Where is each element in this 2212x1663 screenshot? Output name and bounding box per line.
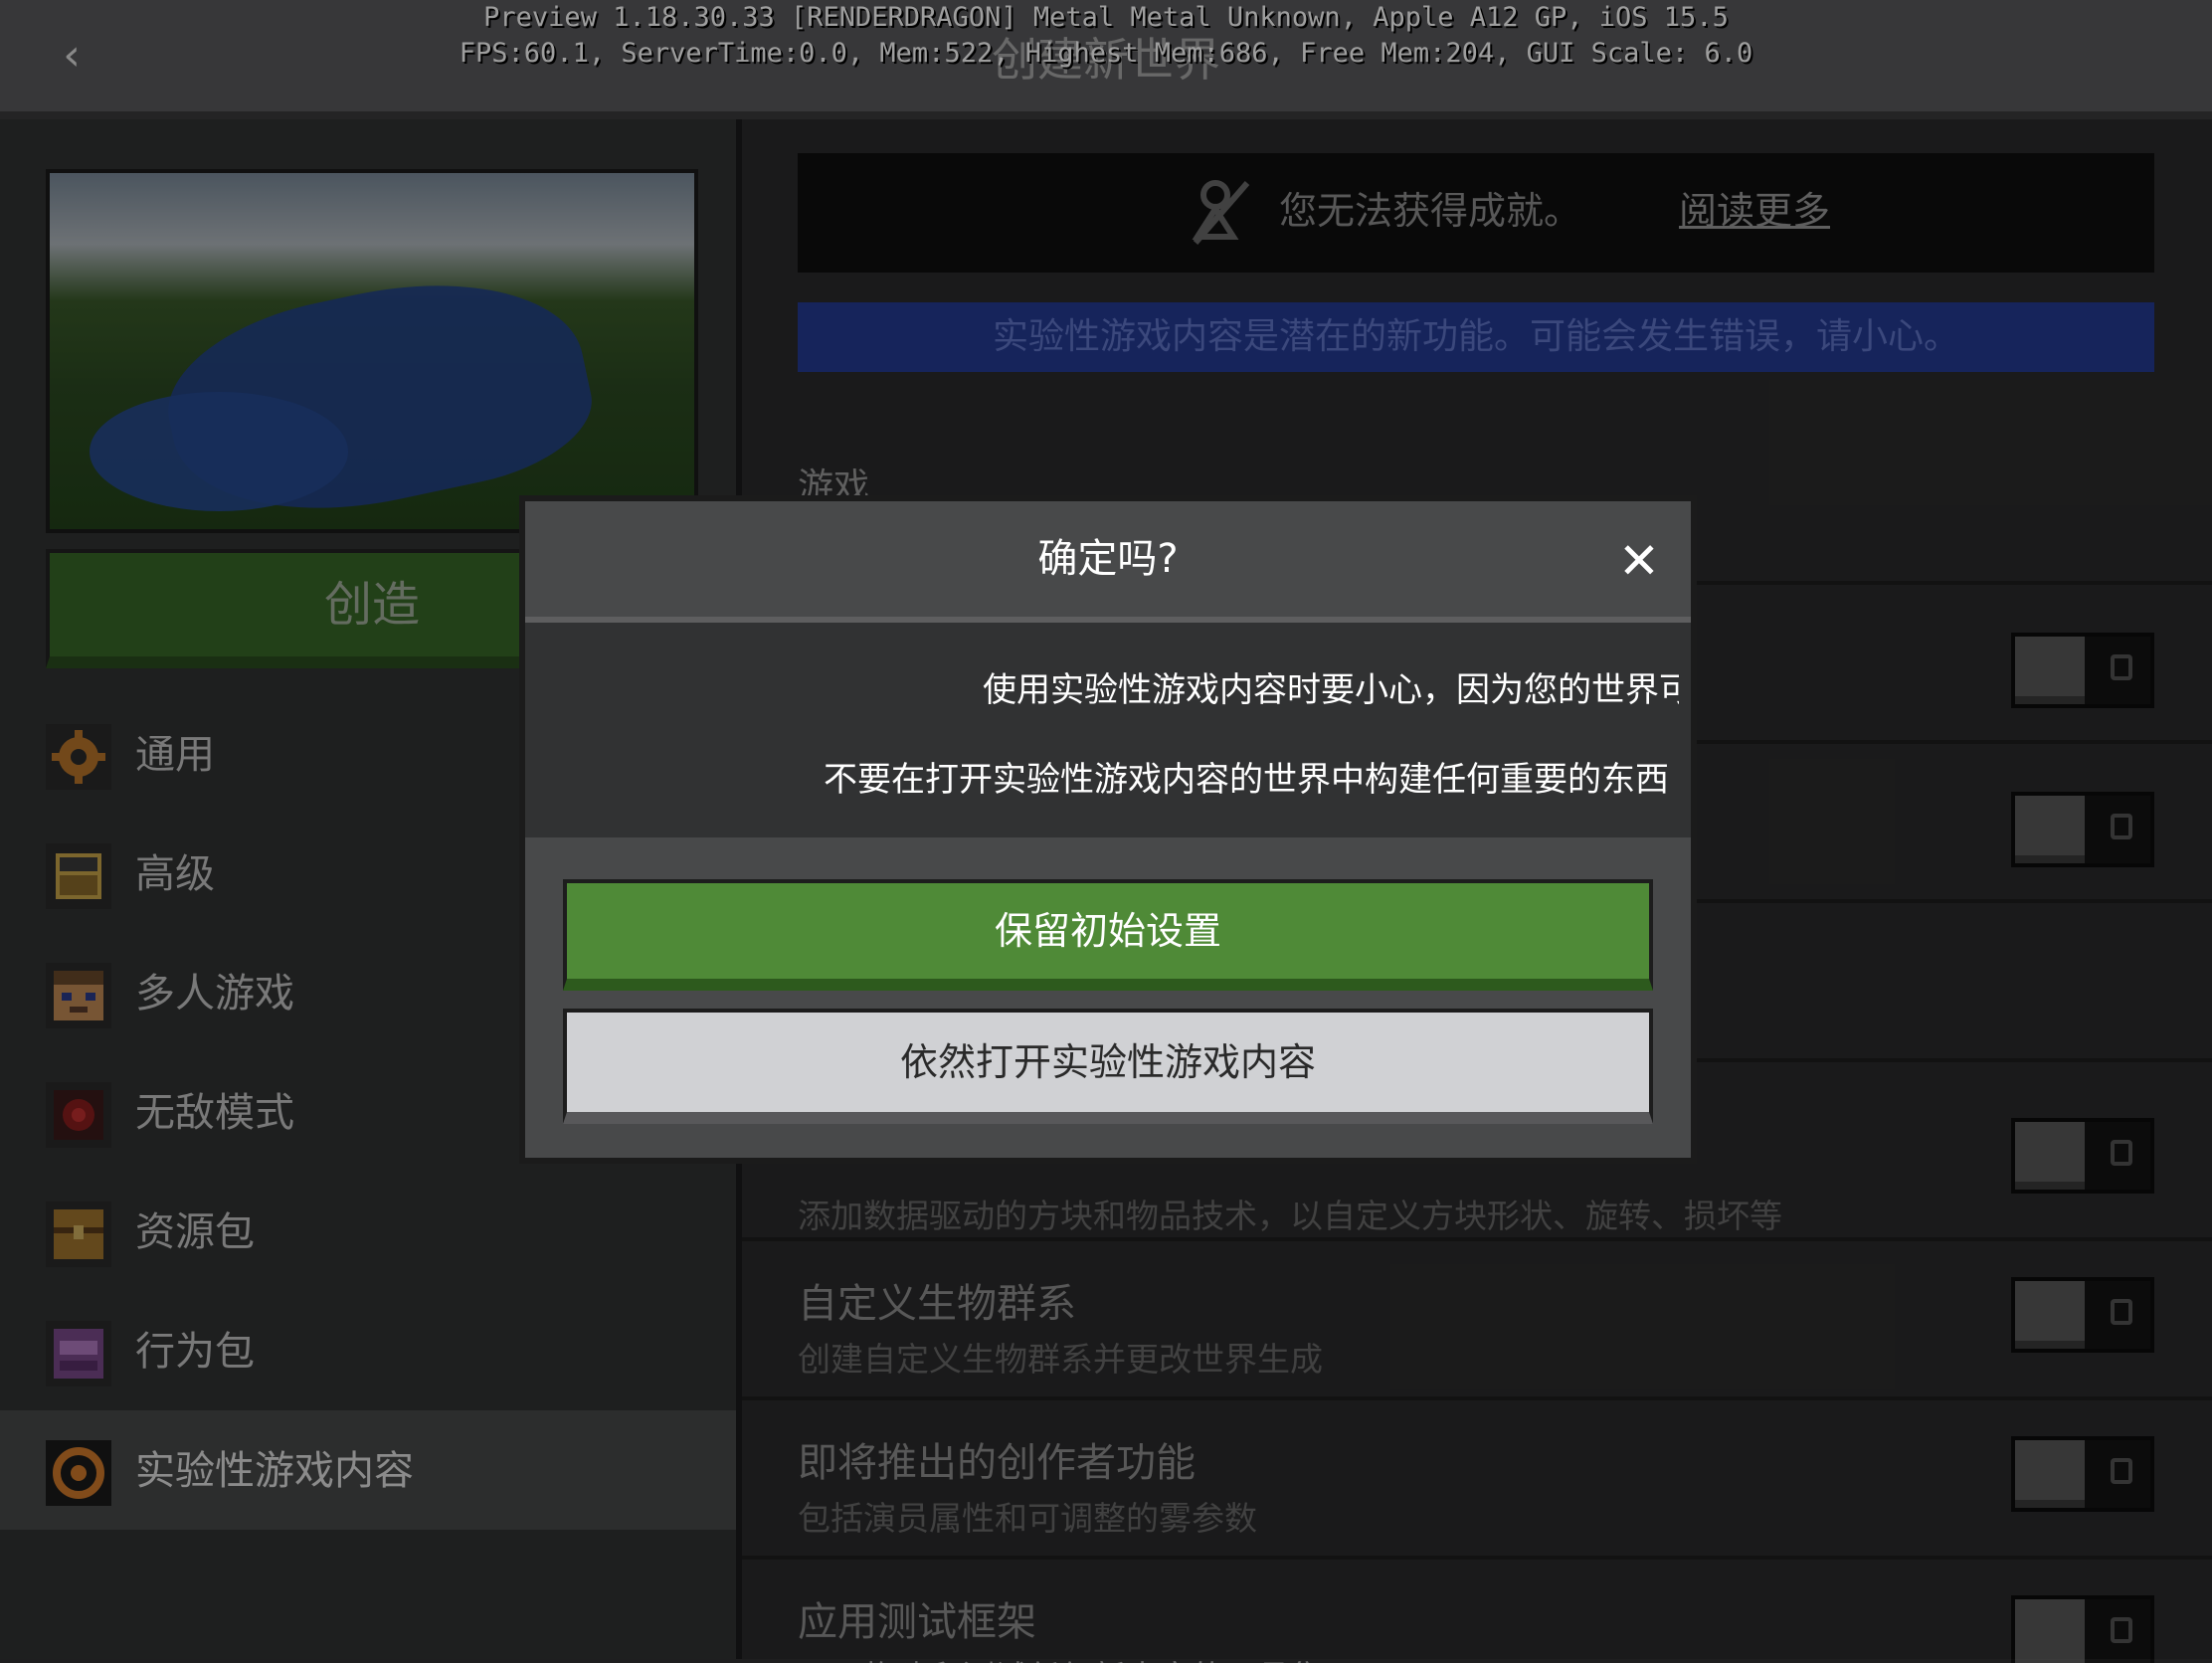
- close-icon: ✕: [1618, 532, 1660, 590]
- open-experiments-anyway-button[interactable]: 依然打开实验性游戏内容: [563, 1009, 1653, 1124]
- dialog-title: 确定吗?: [1037, 536, 1179, 582]
- dialog-message-1: 使用实验性游戏内容时要小心，因为您的世界可能会损坏: [983, 670, 1679, 710]
- dialog-message-2: 不要在打开实验性游戏内容的世界中构建任何重要的东西: [824, 760, 1669, 800]
- dialog-header: 确定吗? ✕: [525, 501, 1691, 623]
- dialog-body: [525, 623, 1691, 837]
- keep-defaults-button[interactable]: 保留初始设置: [563, 879, 1653, 991]
- close-button[interactable]: ✕: [1615, 536, 1663, 586]
- confirm-dialog: 确定吗? ✕ 使用实验性游戏内容时要小心，因为您的世界可能会损坏 不要在打开实验…: [519, 495, 1697, 1164]
